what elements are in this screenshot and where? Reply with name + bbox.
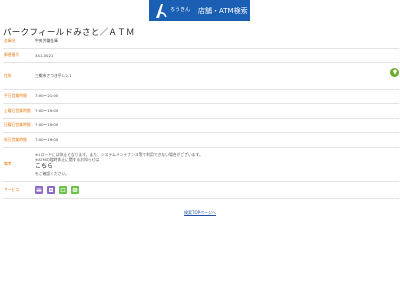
parking-icon [71,185,79,194]
row-value-holiday: 7:00～19:00 [33,132,399,148]
row-label-services: サービス [3,181,33,199]
table-row: 金庫名 中央労働金庫 [3,34,399,49]
table-row: 郵便番号 341-0021 [3,48,399,63]
table-row: 祝日営業時間 7:00～19:00 [3,132,399,148]
row-label-bank: 金庫名 [3,34,33,49]
table-row: 備考 ※1ロードには休止となります。また、システムメンテナンス等で利用できない場… [3,147,399,182]
row-value-saturday: 7:00～19:00 [33,103,399,119]
row-label-holiday: 祝日営業時間 [3,132,33,148]
table-row: サービス [3,181,399,199]
map-pin-icon [392,69,397,75]
search-top-link[interactable]: 検索TOPページへ [0,210,400,216]
table-row: 日曜日営業時間 7:00～19:00 [3,118,399,134]
row-value-address: 三郷市さつき平1-2-1 [35,72,72,78]
row-value-bank: 中央労働金庫 [33,34,399,49]
row-label-weekday: 平日営業時間 [3,89,33,105]
map-icon[interactable] [390,67,399,77]
logo-text: ろうきん [170,7,191,13]
rokin-logo-icon [156,3,167,18]
table-row: 平日営業時間 7:00～21:00 [3,89,399,105]
wheelchair-icon [59,185,67,194]
services-cell [33,181,399,199]
row-label-sunday: 日曜日営業時間 [3,118,33,134]
table-row: 住所 三郷市さつき平1-2-1 [3,62,399,90]
atm-card-icon [35,185,43,194]
row-value-weekday: 7:00～21:00 [33,89,399,105]
notice-cell: ※1ロードには休止となります。また、システムメンテナンス等で利用できない場合がご… [33,147,399,182]
row-value-address-cell: 三郷市さつき平1-2-1 [33,62,399,90]
row-value-postal: 341-0021 [33,48,399,63]
row-label-notice: 備考 [3,147,33,182]
row-label-saturday: 土曜日営業時間 [3,103,33,119]
notice-link[interactable]: こちら [35,163,399,171]
table-row: 土曜日営業時間 7:00～19:00 [3,103,399,119]
row-value-sunday: 7:00～19:00 [33,118,399,134]
header-title: 店舗・ATM検索 [198,6,248,15]
row-label-postal: 郵便番号 [3,48,33,63]
header-banner[interactable]: ろうきん 店舗・ATM検索 [149,0,250,21]
passbook-icon [47,185,55,194]
atm-info-table: 金庫名 中央労働金庫 郵便番号 341-0021 住所 三郷市さつき平1-2-1… [3,34,399,199]
notice-line-3: をご確認ください。 [35,170,70,176]
row-label-address: 住所 [3,62,33,90]
